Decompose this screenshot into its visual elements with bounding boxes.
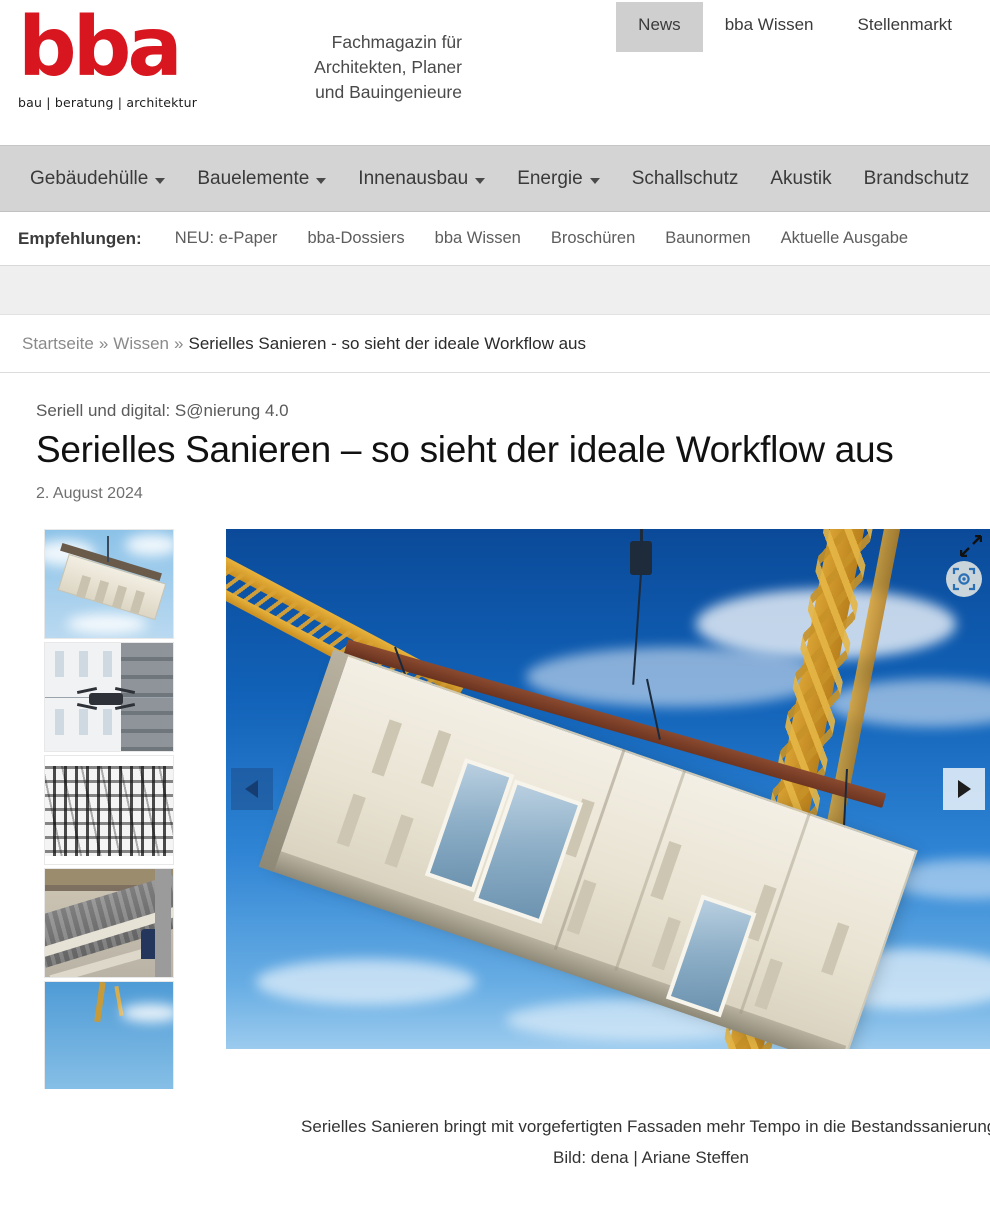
gallery-prev-button[interactable] bbox=[230, 768, 273, 810]
section-divider-band bbox=[0, 266, 990, 315]
chevron-down-icon bbox=[589, 177, 600, 184]
chevron-down-icon bbox=[316, 177, 327, 184]
nav-item-innenausbau[interactable]: Innenausbau bbox=[342, 168, 501, 190]
nav-item-schallschutz[interactable]: Schallschutz bbox=[616, 168, 755, 190]
gallery-main-image[interactable] bbox=[225, 529, 990, 1049]
breadcrumb-item-wissen[interactable]: Wissen bbox=[113, 334, 169, 354]
nav-item-energie[interactable]: Energie bbox=[501, 168, 616, 190]
chevron-down-icon bbox=[155, 177, 166, 184]
gallery-thumbnail-strip[interactable] bbox=[44, 529, 174, 1089]
recommendation-link-baunormen[interactable]: Baunormen bbox=[650, 229, 765, 248]
recommendation-link-wissen[interactable]: bba Wissen bbox=[420, 229, 536, 248]
tagline-line-2: Architekten, Planer bbox=[314, 57, 462, 77]
top-nav-item-bba-wissen[interactable]: bba Wissen bbox=[703, 2, 836, 52]
photo-focus-icon bbox=[952, 567, 976, 591]
cloud bbox=[255, 959, 476, 1005]
gallery-thumbnail[interactable] bbox=[44, 755, 174, 865]
page-title: Serielles Sanieren – so sieht der ideale… bbox=[36, 429, 894, 470]
chevron-down-icon bbox=[475, 177, 486, 184]
image-caption: Serielles Sanieren bringt mit vorgeferti… bbox=[301, 1111, 990, 1173]
nav-item-label: Schallschutz bbox=[631, 167, 739, 189]
nav-item-gebaeudehuelle[interactable]: Gebäudehülle bbox=[14, 168, 181, 190]
gallery-thumbnail[interactable] bbox=[44, 529, 174, 639]
nav-item-label: Bauelemente bbox=[197, 167, 310, 189]
nav-item-label: Innenausbau bbox=[358, 167, 469, 189]
top-nav-item-news[interactable]: News bbox=[616, 2, 703, 52]
nav-item-label: Akustik bbox=[770, 167, 832, 189]
nav-item-label: Brandschutz bbox=[863, 167, 970, 189]
logo-subtitle: bau | beratung | architektur bbox=[18, 95, 198, 110]
breadcrumb: Startseite » Wissen » Serielles Sanieren… bbox=[0, 315, 990, 373]
hoist-rope bbox=[639, 529, 643, 547]
article-header: Seriell und digital: S@nierung 4.0 Serie… bbox=[0, 373, 990, 1173]
nav-item-label: Energie bbox=[517, 167, 583, 189]
expand-arrows-icon bbox=[959, 534, 983, 558]
expand-fullscreen-button[interactable] bbox=[959, 534, 983, 558]
recommendations-label: Empfehlungen: bbox=[18, 228, 142, 248]
page-root: bba bau | beratung | architektur Fachmag… bbox=[0, 0, 990, 1220]
article-publish-date: 2. August 2024 bbox=[36, 485, 143, 502]
gallery-thumbnail[interactable] bbox=[44, 642, 174, 752]
breadcrumb-separator: » bbox=[174, 333, 184, 353]
nav-item-akustik[interactable]: Akustik bbox=[754, 168, 847, 190]
caption-line-1: Serielles Sanieren bringt mit vorgeferti… bbox=[301, 1117, 846, 1136]
recommendation-link-broschueren[interactable]: Broschüren bbox=[536, 229, 650, 248]
site-tagline: Fachmagazin für Architekten, Planer und … bbox=[262, 30, 462, 105]
nav-item-brandschutz[interactable]: Brandschutz bbox=[848, 168, 986, 190]
nav-item-label: Gebäudehülle bbox=[30, 167, 149, 189]
tagline-line-3: und Bauingenieure bbox=[315, 82, 462, 102]
logo-wordmark: bba bbox=[18, 0, 183, 95]
main-navigation: Gebäudehülle Bauelemente Innenausbau Ene… bbox=[0, 145, 990, 212]
gallery-thumbnail[interactable] bbox=[44, 981, 174, 1089]
breadcrumb-item-startseite[interactable]: Startseite bbox=[22, 334, 94, 354]
nav-item-bauelemente[interactable]: Bauelemente bbox=[181, 168, 342, 190]
chevron-left-icon bbox=[245, 780, 259, 798]
recommendation-link-epaper[interactable]: NEU: e-Paper bbox=[160, 229, 293, 248]
breadcrumb-item-current: Serielles Sanieren - so sieht der ideale… bbox=[188, 333, 586, 353]
chevron-right-icon bbox=[957, 780, 971, 798]
gallery-next-button[interactable] bbox=[943, 768, 985, 810]
image-gallery bbox=[36, 529, 990, 1089]
gallery-thumbnail[interactable] bbox=[44, 868, 174, 978]
recommendation-link-aktuelle-ausgabe[interactable]: Aktuelle Ausgabe bbox=[766, 229, 924, 248]
top-nav-item-stellenmarkt[interactable]: Stellenmarkt bbox=[836, 2, 974, 52]
article-kicker: Seriell und digital: S@nierung 4.0 bbox=[36, 401, 289, 420]
top-navigation: News bba Wissen Stellenmarkt bbox=[616, 2, 974, 52]
photo-credit-badge[interactable] bbox=[946, 561, 982, 597]
site-header: bba bau | beratung | architektur Fachmag… bbox=[0, 0, 990, 145]
recommendation-link-dossiers[interactable]: bba-Dossiers bbox=[292, 229, 419, 248]
site-logo[interactable]: bba bau | beratung | architektur bbox=[18, 0, 218, 111]
tagline-line-1: Fachmagazin für bbox=[331, 32, 462, 52]
recommendations-bar: Empfehlungen: NEU: e-Paper bba-Dossiers … bbox=[0, 212, 990, 266]
breadcrumb-separator: » bbox=[98, 333, 109, 353]
